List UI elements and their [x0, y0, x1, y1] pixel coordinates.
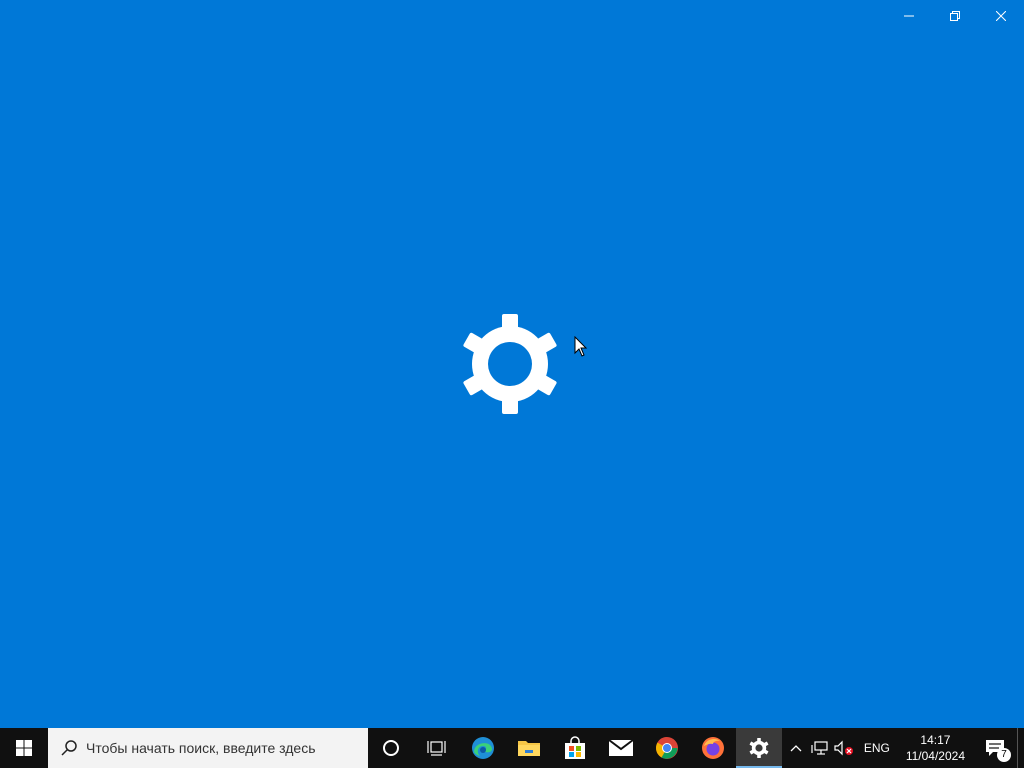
task-view-button[interactable]: [414, 728, 460, 768]
start-button[interactable]: [0, 728, 48, 768]
clock[interactable]: 14:17 11/04/2024: [898, 732, 973, 764]
firefox-icon: [702, 737, 724, 759]
close-icon: [996, 11, 1006, 21]
volume-button[interactable]: [832, 728, 856, 768]
folder-icon: [518, 741, 540, 756]
edge-icon: [472, 737, 494, 759]
store-bag-icon: [565, 736, 585, 759]
minimize-icon: [904, 15, 914, 17]
search-icon: [61, 740, 77, 756]
clock-date: 11/04/2024: [905, 749, 965, 763]
firefox-button[interactable]: [690, 728, 736, 768]
chrome-icon: [656, 737, 678, 759]
cortana-circle-icon: [383, 740, 399, 756]
file-explorer-button[interactable]: [506, 728, 552, 768]
task-view-icon: [427, 741, 446, 756]
settings-gear-icon: [463, 314, 557, 414]
cortana-button[interactable]: [368, 728, 414, 768]
mail-icon: [608, 739, 634, 756]
notification-count-badge: 7: [997, 748, 1011, 762]
chrome-button[interactable]: [644, 728, 690, 768]
show-desktop-button[interactable]: [1017, 728, 1024, 768]
system-tray: ENG 14:17 11/04/2024 7: [784, 728, 1024, 768]
taskbar-search-box[interactable]: Чтобы начать поиск, введите здесь: [48, 728, 368, 768]
settings-gear-icon: [749, 738, 769, 758]
chevron-up-icon: [790, 745, 802, 752]
search-placeholder: Чтобы начать поиск, введите здесь: [86, 740, 316, 756]
settings-app-window: [0, 0, 1024, 728]
network-status-button[interactable]: [808, 728, 832, 768]
mouse-pointer-icon: [574, 336, 588, 357]
close-button[interactable]: [978, 0, 1024, 32]
restore-icon: [950, 11, 960, 21]
windows-logo-icon: [16, 740, 32, 756]
store-button[interactable]: [552, 728, 598, 768]
minimize-button[interactable]: [886, 0, 932, 32]
window-caption-buttons: [886, 0, 1024, 32]
action-center-button[interactable]: 7: [973, 728, 1017, 768]
clock-time: 14:17: [920, 733, 951, 747]
input-language-indicator[interactable]: ENG: [856, 741, 898, 755]
volume-muted-icon: [834, 740, 853, 756]
network-icon: [811, 741, 828, 755]
edge-button[interactable]: [460, 728, 506, 768]
taskbar: Чтобы начать поиск, введите здесь ENG 14…: [0, 728, 1024, 768]
settings-taskbar-button[interactable]: [736, 728, 782, 768]
mail-button[interactable]: [598, 728, 644, 768]
show-hidden-icons-button[interactable]: [784, 728, 808, 768]
restore-button[interactable]: [932, 0, 978, 32]
